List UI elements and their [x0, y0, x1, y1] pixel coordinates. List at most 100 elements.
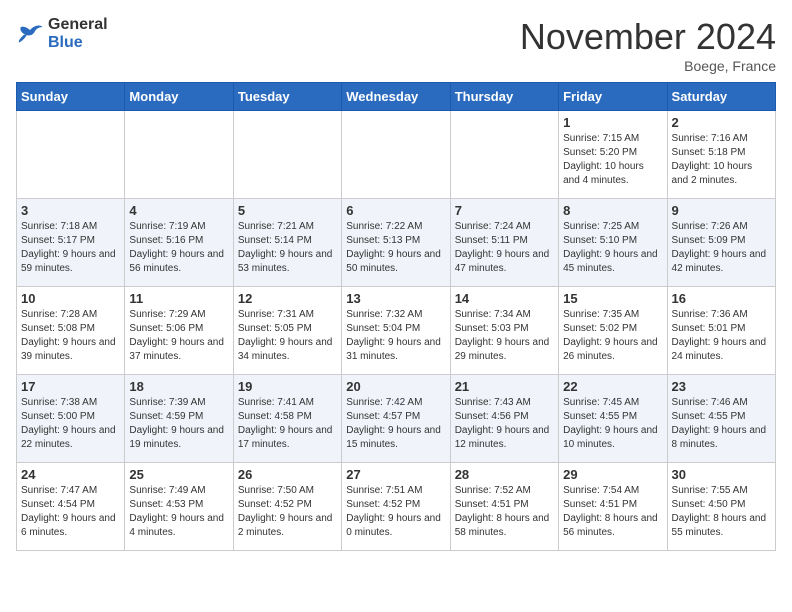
day-info: Sunrise: 7:34 AMSunset: 5:03 PMDaylight:… — [455, 308, 554, 364]
day-number: 12 — [238, 291, 337, 306]
day-number: 24 — [21, 467, 120, 482]
calendar-cell: 23 Sunrise: 7:46 AMSunset: 4:55 PMDayligh… — [667, 375, 775, 463]
calendar-week-4: 17 Sunrise: 7:38 AMSunset: 5:00 PMDayligh… — [17, 375, 776, 463]
day-number: 20 — [346, 379, 445, 394]
day-info: Sunrise: 7:21 AMSunset: 5:14 PMDaylight:… — [238, 220, 337, 276]
day-number: 25 — [129, 467, 228, 482]
logo: General Blue — [16, 16, 108, 52]
day-number: 6 — [346, 203, 445, 218]
calendar-cell: 29 Sunrise: 7:54 AMSunset: 4:51 PMDayligh… — [559, 463, 667, 551]
day-number: 30 — [672, 467, 771, 482]
day-info: Sunrise: 7:43 AMSunset: 4:56 PMDaylight:… — [455, 396, 554, 452]
calendar-cell: 16 Sunrise: 7:36 AMSunset: 5:01 PMDayligh… — [667, 287, 775, 375]
day-info: Sunrise: 7:18 AMSunset: 5:17 PMDaylight:… — [21, 220, 120, 276]
day-number: 18 — [129, 379, 228, 394]
calendar-cell: 18Sunrise: 7:39 AMSunset: 4:59 PMDayligh… — [125, 375, 233, 463]
weekday-header-row: SundayMondayTuesdayWednesdayThursdayFrid… — [17, 83, 776, 111]
day-info: Sunrise: 7:47 AMSunset: 4:54 PMDaylight:… — [21, 484, 120, 540]
day-info: Sunrise: 7:32 AMSunset: 5:04 PMDaylight:… — [346, 308, 445, 364]
calendar-cell: 1Sunrise: 7:15 AMSunset: 5:20 PMDaylight… — [559, 111, 667, 199]
calendar-cell: 10Sunrise: 7:28 AMSunset: 5:08 PMDayligh… — [17, 287, 125, 375]
day-info: Sunrise: 7:29 AMSunset: 5:06 PMDaylight:… — [129, 308, 228, 364]
day-number: 17 — [21, 379, 120, 394]
logo-icon — [16, 24, 44, 44]
day-info: Sunrise: 7:54 AMSunset: 4:51 PMDaylight:… — [563, 484, 662, 540]
calendar-table: SundayMondayTuesdayWednesdayThursdayFrid… — [16, 82, 776, 551]
day-number: 4 — [129, 203, 228, 218]
day-info: Sunrise: 7:55 AMSunset: 4:50 PMDaylight:… — [672, 484, 771, 540]
day-info: Sunrise: 7:42 AMSunset: 4:57 PMDaylight:… — [346, 396, 445, 452]
day-number: 10 — [21, 291, 120, 306]
calendar-cell: 22Sunrise: 7:45 AMSunset: 4:55 PMDayligh… — [559, 375, 667, 463]
weekday-header-saturday: Saturday — [667, 83, 775, 111]
calendar-week-5: 24 Sunrise: 7:47 AMSunset: 4:54 PMDayligh… — [17, 463, 776, 551]
day-number: 11 — [129, 291, 228, 306]
calendar-cell: 9 Sunrise: 7:26 AMSunset: 5:09 PMDaylight… — [667, 199, 775, 287]
calendar-week-1: 1Sunrise: 7:15 AMSunset: 5:20 PMDaylight… — [17, 111, 776, 199]
page-header: General Blue November 2024 Boege, France — [16, 16, 776, 74]
day-info: Sunrise: 7:16 AMSunset: 5:18 PMDaylight:… — [672, 132, 771, 188]
calendar-cell: 7 Sunrise: 7:24 AMSunset: 5:11 PMDaylight… — [450, 199, 558, 287]
calendar-cell: 26Sunrise: 7:50 AMSunset: 4:52 PMDayligh… — [233, 463, 341, 551]
calendar-cell: 2Sunrise: 7:16 AMSunset: 5:18 PMDaylight… — [667, 111, 775, 199]
day-number: 27 — [346, 467, 445, 482]
calendar-cell: 27 Sunrise: 7:51 AMSunset: 4:52 PMDayligh… — [342, 463, 450, 551]
calendar-cell — [233, 111, 341, 199]
calendar-cell: 5 Sunrise: 7:21 AMSunset: 5:14 PMDaylight… — [233, 199, 341, 287]
calendar-cell — [17, 111, 125, 199]
day-number: 14 — [455, 291, 554, 306]
day-number: 7 — [455, 203, 554, 218]
title-block: November 2024 Boege, France — [520, 16, 776, 74]
day-info: Sunrise: 7:46 AMSunset: 4:55 PMDaylight:… — [672, 396, 771, 452]
day-number: 9 — [672, 203, 771, 218]
day-info: Sunrise: 7:15 AMSunset: 5:20 PMDaylight:… — [563, 132, 662, 188]
day-number: 3 — [21, 203, 120, 218]
calendar-cell: 25Sunrise: 7:49 AMSunset: 4:53 PMDayligh… — [125, 463, 233, 551]
calendar-week-2: 3 Sunrise: 7:18 AMSunset: 5:17 PMDaylight… — [17, 199, 776, 287]
day-number: 29 — [563, 467, 662, 482]
day-info: Sunrise: 7:38 AMSunset: 5:00 PMDaylight:… — [21, 396, 120, 452]
calendar-cell: 8 Sunrise: 7:25 AMSunset: 5:10 PMDaylight… — [559, 199, 667, 287]
day-info: Sunrise: 7:26 AMSunset: 5:09 PMDaylight:… — [672, 220, 771, 276]
day-info: Sunrise: 7:45 AMSunset: 4:55 PMDaylight:… — [563, 396, 662, 452]
day-number: 13 — [346, 291, 445, 306]
calendar-cell: 6Sunrise: 7:22 AMSunset: 5:13 PMDaylight… — [342, 199, 450, 287]
day-info: Sunrise: 7:50 AMSunset: 4:52 PMDaylight:… — [238, 484, 337, 540]
calendar-cell: 12Sunrise: 7:31 AMSunset: 5:05 PMDayligh… — [233, 287, 341, 375]
weekday-header-sunday: Sunday — [17, 83, 125, 111]
logo-text: General Blue — [48, 16, 108, 52]
day-info: Sunrise: 7:19 AMSunset: 5:16 PMDaylight:… — [129, 220, 228, 276]
calendar-cell: 28 Sunrise: 7:52 AMSunset: 4:51 PMDayligh… — [450, 463, 558, 551]
day-info: Sunrise: 7:51 AMSunset: 4:52 PMDaylight:… — [346, 484, 445, 540]
calendar-header: SundayMondayTuesdayWednesdayThursdayFrid… — [17, 83, 776, 111]
day-info: Sunrise: 7:24 AMSunset: 5:11 PMDaylight:… — [455, 220, 554, 276]
calendar-cell: 30 Sunrise: 7:55 AMSunset: 4:50 PMDayligh… — [667, 463, 775, 551]
day-number: 5 — [238, 203, 337, 218]
day-info: Sunrise: 7:36 AMSunset: 5:01 PMDaylight:… — [672, 308, 771, 364]
day-number: 15 — [563, 291, 662, 306]
day-number: 16 — [672, 291, 771, 306]
calendar-cell: 20 Sunrise: 7:42 AMSunset: 4:57 PMDayligh… — [342, 375, 450, 463]
calendar-cell: 17 Sunrise: 7:38 AMSunset: 5:00 PMDayligh… — [17, 375, 125, 463]
weekday-header-monday: Monday — [125, 83, 233, 111]
day-info: Sunrise: 7:35 AMSunset: 5:02 PMDaylight:… — [563, 308, 662, 364]
weekday-header-thursday: Thursday — [450, 83, 558, 111]
day-number: 21 — [455, 379, 554, 394]
day-info: Sunrise: 7:41 AMSunset: 4:58 PMDaylight:… — [238, 396, 337, 452]
logo-blue: Blue — [48, 34, 83, 51]
calendar-cell: 19Sunrise: 7:41 AMSunset: 4:58 PMDayligh… — [233, 375, 341, 463]
calendar-cell — [342, 111, 450, 199]
weekday-header-wednesday: Wednesday — [342, 83, 450, 111]
day-info: Sunrise: 7:25 AMSunset: 5:10 PMDaylight:… — [563, 220, 662, 276]
day-number: 23 — [672, 379, 771, 394]
day-info: Sunrise: 7:52 AMSunset: 4:51 PMDaylight:… — [455, 484, 554, 540]
calendar-cell: 15 Sunrise: 7:35 AMSunset: 5:02 PMDayligh… — [559, 287, 667, 375]
calendar-cell: 21 Sunrise: 7:43 AMSunset: 4:56 PMDayligh… — [450, 375, 558, 463]
calendar-week-3: 10Sunrise: 7:28 AMSunset: 5:08 PMDayligh… — [17, 287, 776, 375]
weekday-header-friday: Friday — [559, 83, 667, 111]
weekday-header-tuesday: Tuesday — [233, 83, 341, 111]
calendar-cell: 11 Sunrise: 7:29 AMSunset: 5:06 PMDayligh… — [125, 287, 233, 375]
logo-general: General — [48, 16, 108, 33]
day-number: 28 — [455, 467, 554, 482]
day-number: 8 — [563, 203, 662, 218]
